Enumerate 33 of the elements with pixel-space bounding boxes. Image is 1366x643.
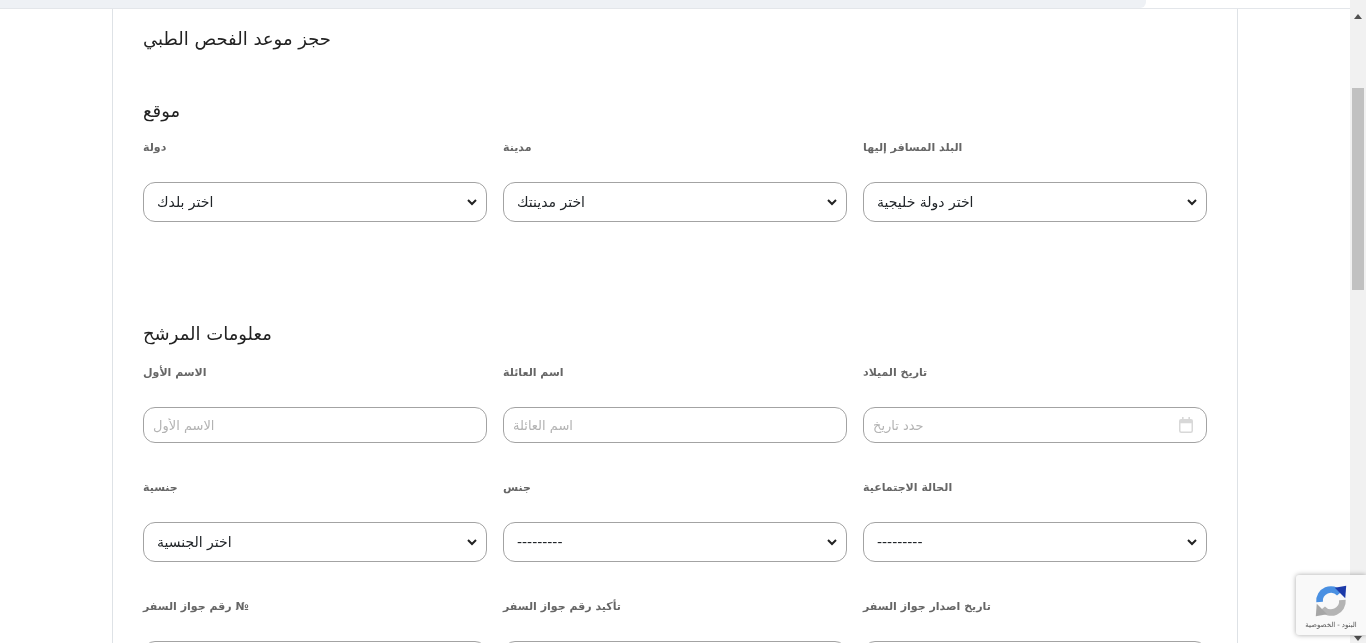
field-label: البلد المسافر إليها [863,141,964,155]
chevron-down-icon [1187,198,1197,206]
field-label: دولة [143,141,168,155]
scrollbar-thumb[interactable] [1352,88,1364,290]
chevron-down-icon [467,198,477,206]
page-title: حجز موعد الفحص الطبي [143,27,332,51]
section-heading: معلومات المرشح [143,322,273,346]
field-label: رقم جواز السفر № [143,600,250,614]
calendar-icon[interactable] [1179,417,1193,433]
text-input[interactable]: اسم العائلة [503,407,847,443]
text-input[interactable]: الاسم الأول [143,407,487,443]
field-label: الحالة الاجتماعية [863,481,954,495]
dropdown-field[interactable]: --------- [503,522,847,562]
chevron-down-icon [827,538,837,546]
chevron-down-icon [827,198,837,206]
field-label: مدينة [503,141,533,155]
dropdown-field[interactable]: اختر مدينتك [503,182,847,222]
scroll-up-icon[interactable] [1354,14,1362,19]
field-label: جنسية [143,481,179,495]
dropdown-field[interactable]: اختر الجنسية [143,522,487,562]
chevron-down-icon [467,538,477,546]
field-label: جنس [503,481,532,495]
field-label: تاريخ اصدار جواز السفر [863,600,992,614]
field-label: تأكيد رقم جواز السفر [503,600,622,614]
chevron-down-icon [1187,538,1197,546]
field-label: تاريخ الميلاد [863,366,929,380]
section-heading: موقع [143,99,182,123]
dropdown-field[interactable]: اختر دولة خليجية [863,182,1207,222]
dropdown-field[interactable]: اختر بلدك [143,182,487,222]
field-label: الاسم الأول [143,366,208,380]
field-label: اسم العائلة [503,366,565,380]
date-field[interactable]: حدد تاريخ [863,407,1207,443]
dropdown-field[interactable]: --------- [863,522,1207,562]
